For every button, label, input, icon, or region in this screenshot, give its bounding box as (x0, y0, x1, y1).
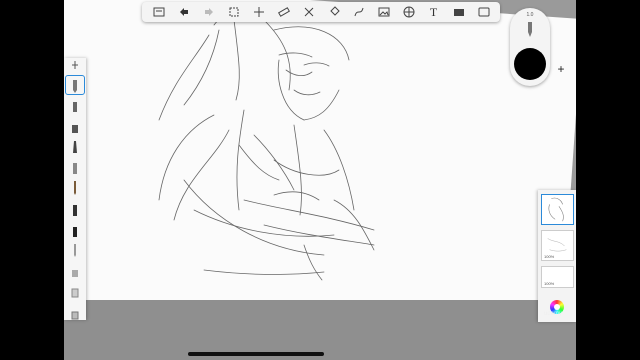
undo-icon[interactable] (175, 4, 193, 20)
layer-opacity: 100% (544, 281, 555, 286)
fill-icon[interactable] (325, 4, 343, 20)
chisel-brush-icon[interactable] (66, 117, 84, 135)
paint-brush-icon[interactable] (66, 179, 84, 197)
pen-brush-icon[interactable] (66, 199, 84, 217)
ruler-icon[interactable] (275, 4, 293, 20)
current-color-swatch[interactable] (514, 48, 546, 80)
smudge-brush-icon[interactable] (66, 261, 84, 279)
layer-thumbnail-top[interactable] (541, 194, 574, 225)
perspective-icon[interactable] (400, 4, 418, 20)
brush-tip-icon (528, 22, 532, 37)
fine-pencil-icon[interactable] (66, 241, 84, 259)
top-toolbar: T (142, 2, 500, 22)
layer-opacity: 100% (544, 254, 555, 259)
camera-icon[interactable] (450, 4, 468, 20)
marker-brush-icon[interactable] (66, 97, 84, 115)
gallery-icon[interactable] (150, 4, 168, 20)
eraser-brush-icon[interactable] (66, 282, 84, 300)
airbrush-icon[interactable] (66, 158, 84, 176)
layer-thumbnail-bottom[interactable]: 100% (541, 266, 574, 288)
fullscreen-icon[interactable] (475, 4, 493, 20)
app-screen: T 1.0 + 100% 100% (64, 0, 576, 360)
add-layer-button[interactable]: + (554, 62, 568, 76)
sketch-drawing (158, 7, 375, 281)
selection-icon[interactable] (225, 4, 243, 20)
collapse-handle-icon[interactable] (66, 61, 84, 73)
udemy-watermark: udemy (544, 311, 563, 317)
image-icon[interactable] (375, 4, 393, 20)
felt-brush-icon[interactable] (66, 220, 84, 238)
transform-icon[interactable] (250, 4, 268, 20)
brush-palette (64, 58, 86, 320)
pencil-brush-icon[interactable] (65, 75, 85, 95)
layer-thumbnail-middle[interactable]: 100% (541, 230, 574, 261)
ink-brush-icon[interactable] (66, 138, 84, 156)
layer-panel: 100% 100% (538, 190, 576, 322)
blender-brush-icon[interactable] (66, 302, 84, 320)
redo-icon[interactable] (200, 4, 218, 20)
brush-size-label: 1.0 (526, 12, 534, 18)
symmetry-icon[interactable] (300, 4, 318, 20)
text-tool-button[interactable]: T (425, 4, 443, 20)
curve-icon[interactable] (350, 4, 368, 20)
home-indicator[interactable] (188, 352, 324, 356)
color-puck[interactable]: 1.0 (510, 8, 550, 86)
